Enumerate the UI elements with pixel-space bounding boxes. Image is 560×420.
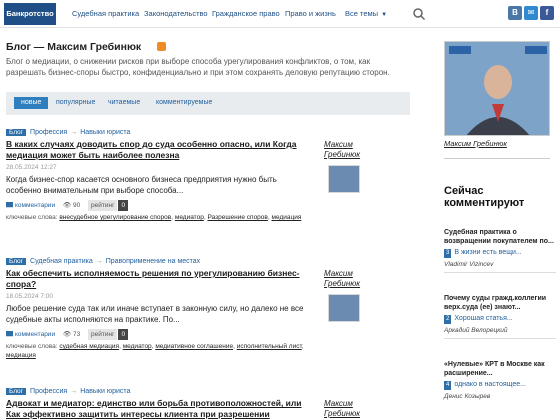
post-excerpt: Когда бизнес-спор касается основного биз… [6,175,277,195]
sort-tabs: новые популярные читаемые комментируемые [6,92,410,115]
discussion-item: Почему суды гражд.коллегии верх.суда (ее… [444,294,556,339]
discussion-title[interactable]: «Нулевые» КРТ в Москве как расширение... [444,360,556,378]
nav-item-legislation[interactable]: Законодательство [144,0,208,28]
post-tag[interactable]: Блог [6,388,27,395]
crumb-link[interactable]: Навыки юриста [80,129,130,136]
tab-most-commented[interactable]: комментируемые [156,97,212,109]
keywords-label: ключевые слова: [6,343,58,350]
post-tag[interactable]: Блог [6,258,27,265]
views-count: 90 [72,202,81,209]
keyword-link[interactable]: Разрешение споров [207,214,267,221]
views-count: 73 [72,331,81,338]
crumb-link[interactable]: Правоприменение на местах [106,258,200,265]
post-item: Блог Профессия → Навыки юриста Адвокат и ме… [6,387,410,420]
post-item: Блог Профессия → Навыки юриста В каких случ… [6,128,410,222]
brand-tab[interactable]: Банкротство [4,3,56,25]
divider [444,158,550,159]
search-icon[interactable] [412,7,426,21]
keyword-link[interactable]: медиация [272,214,302,221]
comment-excerpt[interactable]: В жизни есть вещи... [454,249,521,256]
post-title[interactable]: Адвокат и медиатор: единство или борьба … [6,398,316,420]
comment-icon [6,330,13,337]
post-author[interactable]: Максим Гребинюк [324,269,384,289]
discussion-title[interactable]: Судебная практика о возвращении покупате… [444,228,556,246]
discussion-item: «Нулевые» КРТ в Москве как расширение...… [444,360,556,401]
comment-author[interactable]: Vladimir Vizincev [444,260,556,269]
keyword-link[interactable]: судебная медиация [59,343,119,350]
post-title[interactable]: Как обеспечить исполняемость решения по … [6,268,316,290]
post-meta: комментарии 👁 90 рейтинг 0 [6,200,410,211]
tab-most-read[interactable]: читаемые [108,97,140,109]
comment-author[interactable]: Аркадий Велорецкий [444,326,556,335]
nav-item-judicial-practice[interactable]: Судебная практика [72,0,139,28]
tab-new[interactable]: новые [14,97,49,109]
post-breadcrumb: Блог Судебная практика → Правоприменение на… [6,257,410,267]
page-title: Блог — Максим Гребинюк [6,41,142,53]
eye-icon: 👁 [62,331,72,338]
post-item: Блог Судебная практика → Правоприменение на… [6,257,410,360]
divider [444,272,556,273]
post-author[interactable]: Максим Гребинюк [324,140,384,160]
keyword-link[interactable]: медиатор [175,214,204,221]
top-navigation: Банкротство Судебная практика Законодате… [0,0,560,28]
chevron-down-icon: ▼ [381,12,388,18]
discussion-item: Судебная практика о возвращении покупате… [444,228,556,273]
post-keywords: ключевые слова: внесудебное урегулирован… [6,214,302,221]
post-breadcrumb: Блог Профессия → Навыки юриста [6,128,410,138]
sidebar-author-link[interactable]: Максим Гребинюк [444,139,507,148]
keyword-link[interactable]: медиативное соглашение [155,343,233,350]
keyword-link[interactable]: медиатор [123,343,152,350]
post-author[interactable]: Максим Гребинюк [324,399,384,419]
crumb-link[interactable]: Судебная практика [30,258,93,265]
comment-count-badge: 2 [444,315,452,324]
arrow-right-icon: → [70,129,78,136]
comment-excerpt[interactable]: Хорошая статья... [454,315,512,322]
avatar[interactable] [328,165,360,193]
avatar[interactable] [328,294,360,322]
rating-value: 0 [118,200,129,211]
comments-link[interactable]: комментарии [15,202,55,209]
nav-item-all-topics[interactable]: Все темы ▼ [345,0,387,28]
rating-value: 0 [118,329,129,340]
rss-icon[interactable] [157,42,166,51]
comment-excerpt[interactable]: однако в настоящее... [454,381,526,388]
author-photo-figure [445,42,549,135]
sidebar-heading: Сейчас комментируют [444,185,525,209]
author-photo[interactable] [444,41,550,136]
eye-icon: 👁 [62,202,72,209]
tab-popular[interactable]: популярные [56,97,95,109]
post-meta: комментарии 👁 73 рейтинг 0 [6,329,410,340]
post-tag[interactable]: Блог [6,129,27,136]
post-keywords: ключевые слова: судебная медиация, медиа… [6,343,304,359]
post-title[interactable]: В каких случаях доводить спор до суда ос… [6,139,316,161]
comment-count-badge: 4 [444,381,452,390]
crumb-link[interactable]: Профессия [30,388,67,395]
nav-item-law-and-life[interactable]: Право и жизнь [285,0,336,28]
arrow-right-icon: → [70,388,78,395]
rating-label: рейтинг [88,200,118,211]
all-topics-label: Все темы [345,9,379,18]
keywords-label: ключевые слова: [6,214,58,221]
arrow-right-icon: → [95,258,103,265]
comment-author[interactable]: Денис Козырев [444,392,556,401]
divider [444,338,556,339]
keyword-link[interactable]: исполнительный лист [237,343,302,350]
post-excerpt: Любое решение суда так или иначе вступае… [6,304,304,324]
comment-count-badge: 3 [444,249,452,258]
nav-item-civil-law[interactable]: Гражданское право [212,0,280,28]
crumb-link[interactable]: Навыки юриста [80,388,130,395]
keyword-link[interactable]: медиация [6,352,36,359]
comment-icon [6,201,13,208]
blog-description: Блог о медиации, о снижении рисков при в… [6,57,390,77]
keyword-link[interactable]: внесудебное урегулирование споров [59,214,171,221]
vk-icon[interactable]: В [508,6,522,20]
crumb-link[interactable]: Профессия [30,129,67,136]
post-breadcrumb: Блог Профессия → Навыки юриста [6,387,410,397]
discussion-title[interactable]: Почему суды гражд.коллегии верх.суда (ее… [444,294,556,312]
rating-label: рейтинг [88,329,118,340]
facebook-icon[interactable]: f [540,6,554,20]
mail-icon[interactable]: ✉ [524,6,538,20]
comments-link[interactable]: комментарии [15,331,55,338]
